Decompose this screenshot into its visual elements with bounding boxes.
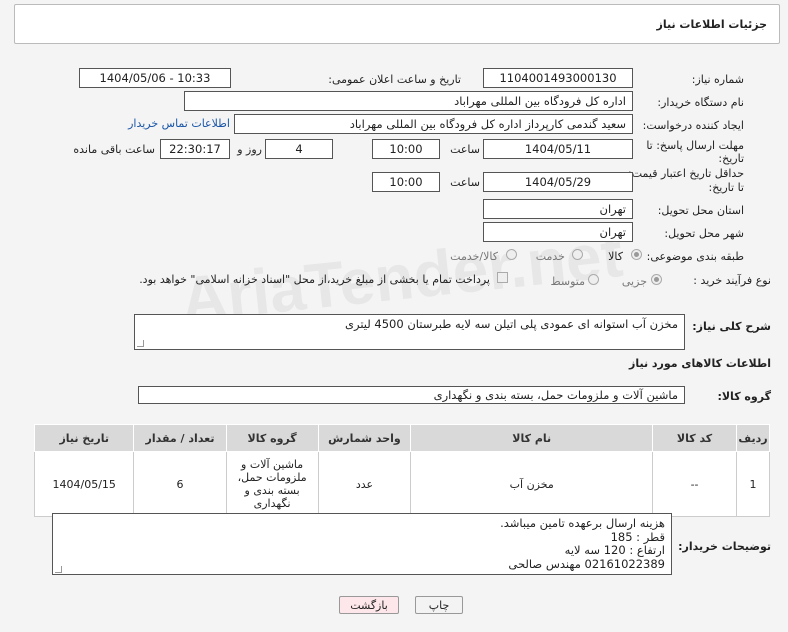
goods-group-label: گروه کالا: — [717, 390, 771, 403]
category-label: طبقه بندی موضوعی: — [646, 250, 744, 263]
cell-quantity: 6 — [133, 451, 227, 517]
price-validity-label: حداقل تاریخ اعتبار قیمت: — [628, 167, 744, 180]
col-header-unit: واحد شمارش — [317, 424, 412, 452]
buyer-notes-line: ارتفاع : 120 سه لایه — [564, 543, 665, 557]
treasury-payment-note: پرداخت تمام یا بخشی از مبلغ خرید،از محل … — [139, 273, 490, 286]
creator-label: ایجاد کننده درخواست: — [642, 119, 744, 132]
buyer-notes-line: قطر : 185 — [610, 529, 665, 544]
process-label: نوع فرآیند خرید : — [693, 274, 771, 287]
province-label: استان محل تحویل: — [657, 204, 744, 217]
cell-name: مخزن آب — [410, 451, 654, 517]
announce-label: تاریخ و ساعت اعلان عمومی: — [328, 73, 461, 86]
need-number-label: شماره نیاز: — [691, 73, 744, 86]
table-header-row: ردیف کد کالا نام کالا واحد شمارش گروه کا… — [33, 424, 770, 452]
col-header-row-num: ردیف — [736, 424, 770, 452]
col-header-code: کد کالا — [652, 424, 738, 452]
cell-date: 1404/05/15 — [33, 451, 135, 517]
col-header-name: نام کالا — [410, 424, 654, 452]
resize-handle-icon[interactable] — [55, 566, 62, 573]
deadline-time-label: ساعت — [450, 143, 480, 156]
cell-group: ماشین آلات و ملزومات حمل، بسته بندی و نگ… — [225, 451, 319, 517]
cell-code: -- — [652, 451, 738, 517]
buyer-notes-label: توضیحات خریدار: — [678, 540, 771, 553]
goods-section-title: اطلاعات کالاهای مورد نیاز — [629, 357, 771, 370]
category-radio-both[interactable] — [506, 249, 517, 260]
process-option-minor: جزیی — [621, 275, 647, 288]
process-radio-medium[interactable] — [588, 274, 599, 285]
announce-field: 1404/05/06 - 10:33 — [79, 68, 231, 88]
col-header-date: تاریخ نیاز — [33, 424, 135, 452]
deadline-time-field: 10:00 — [372, 139, 440, 159]
deadline-label-2: تاریخ: — [718, 152, 744, 165]
category-option-service: خدمت — [535, 250, 565, 263]
city-label: شهر محل تحویل: — [664, 227, 744, 240]
header-panel: جزئیات اطلاعات نیاز — [14, 4, 780, 44]
table-row: 1 -- مخزن آب عدد ماشین آلات و ملزومات حم… — [33, 451, 770, 517]
buyer-org-field: اداره کل فرودگاه بین المللی مهراباد — [184, 91, 633, 111]
category-option-goods: کالا — [608, 250, 623, 263]
col-header-quantity: تعداد / مقدار — [133, 424, 227, 452]
remaining-time-label: ساعت باقی مانده — [73, 143, 155, 156]
price-date-field: 1404/05/29 — [483, 172, 633, 192]
deadline-label: مهلت ارسال پاسخ: تا — [646, 139, 744, 152]
category-option-both: کالا/خدمت — [450, 250, 498, 263]
print-button[interactable]: چاپ — [415, 596, 463, 614]
creator-field: سعید گندمی کارپرداز اداره کل فرودگاه بین… — [234, 114, 633, 134]
buyer-notes-line: 02161022389 مهندس صالحی — [508, 556, 665, 571]
price-time-field: 10:00 — [372, 172, 440, 192]
process-option-medium: متوسط — [550, 275, 585, 288]
goods-table: ردیف کد کالا نام کالا واحد شمارش گروه کا… — [33, 424, 770, 517]
description-textarea[interactable]: مخزن آب استوانه ای عمودی پلی اتیلن سه لا… — [134, 314, 685, 350]
goods-group-field: ماشین آلات و ملزومات حمل، بسته بندی و نگ… — [138, 386, 685, 404]
province-field: تهران — [483, 199, 633, 219]
category-radio-goods[interactable] — [631, 249, 642, 260]
price-validity-label-2: تا تاریخ: — [708, 181, 744, 194]
cell-row-num: 1 — [736, 451, 770, 517]
days-remaining-field: 4 — [265, 139, 333, 159]
remaining-time-field: 22:30:17 — [160, 139, 230, 159]
back-button[interactable]: بازگشت — [339, 596, 399, 614]
buyer-org-label: نام دستگاه خریدار: — [657, 96, 744, 109]
price-time-label: ساعت — [450, 176, 480, 189]
deadline-date-field: 1404/05/11 — [483, 139, 633, 159]
days-label: روز و — [237, 143, 262, 156]
city-field: تهران — [483, 222, 633, 242]
need-number-field: 1104001493000130 — [483, 68, 633, 88]
buyer-notes-textarea[interactable]: هزینه ارسال برعهده تامین میباشد. قطر : 1… — [52, 513, 672, 575]
col-header-group: گروه کالا — [225, 424, 319, 452]
buyer-contact-link[interactable]: اطلاعات تماس خریدار — [128, 117, 230, 130]
process-radio-minor[interactable] — [651, 274, 662, 285]
treasury-payment-checkbox[interactable] — [497, 272, 508, 283]
buyer-notes-line: هزینه ارسال برعهده تامین میباشد. — [500, 516, 665, 530]
description-label: شرح کلی نیاز: — [692, 320, 771, 333]
category-radio-service[interactable] — [572, 249, 583, 260]
resize-handle-icon[interactable] — [137, 340, 144, 347]
page-title: جزئیات اطلاعات نیاز — [656, 18, 768, 31]
cell-unit: عدد — [317, 451, 412, 517]
